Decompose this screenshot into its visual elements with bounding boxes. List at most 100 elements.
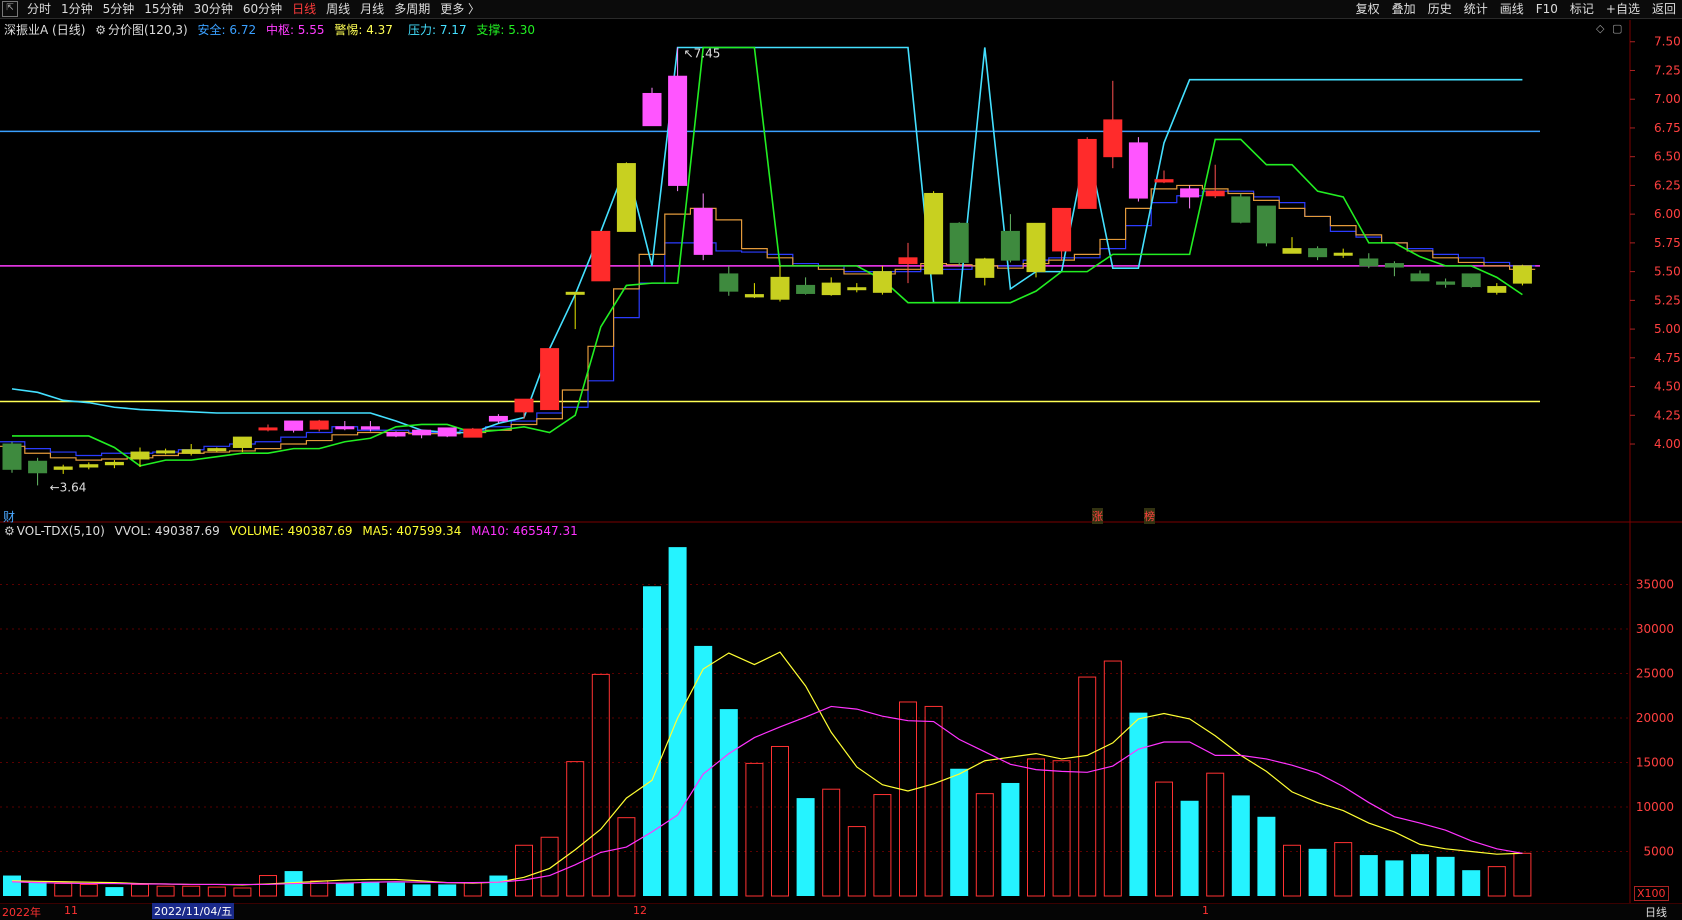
time-axis	[0, 903, 1682, 920]
candle-body	[1436, 281, 1456, 285]
volume-unit: X100	[1634, 886, 1669, 901]
volume-bar	[668, 547, 687, 896]
volume-tick-label: 20000	[1636, 711, 1674, 725]
candle-body	[79, 464, 99, 468]
price-tick-label: 7.50	[1654, 35, 1681, 49]
month-11-label: 11	[64, 904, 78, 917]
candle-body	[744, 294, 764, 298]
candle-body	[514, 398, 534, 413]
candle-body	[207, 448, 227, 452]
candle-body	[1128, 142, 1148, 199]
candle-body	[1256, 205, 1276, 244]
finance-marker[interactable]: 财	[3, 508, 15, 525]
candle-body	[2, 443, 22, 470]
price-tick-label: 7.25	[1654, 63, 1681, 77]
tab-period-4[interactable]: 30分钟	[189, 0, 238, 18]
toolbar-button-0[interactable]: 复权	[1350, 0, 1386, 18]
toolbar-button-4[interactable]: 画线	[1494, 0, 1530, 18]
period-tabs: 分时 1分钟 5分钟 15分钟 30分钟 60分钟 日线 周线 月线 多周期 更多 〉	[22, 0, 485, 18]
price-tick-label: 6.50	[1654, 150, 1681, 164]
settings-icon[interactable]: ⚙	[4, 524, 15, 538]
toolbar-button-7[interactable]: +自选	[1600, 0, 1646, 18]
rise-marker[interactable]: 涨	[1092, 508, 1103, 524]
candle-body	[924, 192, 944, 275]
back-arrow-icon[interactable]: ⇱	[2, 1, 18, 17]
candle-body	[668, 75, 688, 186]
low-price-marker: ←3.64	[50, 480, 87, 494]
volume-bar	[1180, 800, 1199, 896]
stock-chart[interactable]: 7.50 7.25 7.00 6.75 6.50 6.25 6.00 5.75 5.50 5.25…	[0, 20, 1682, 919]
candle-body	[335, 426, 355, 430]
candle-body	[847, 287, 867, 291]
candle-body	[1000, 230, 1020, 261]
candle-body	[360, 426, 380, 430]
toolbar-button-1[interactable]: 叠加	[1386, 0, 1422, 18]
candle-body	[821, 282, 841, 296]
volume-legend: ⚙ VOL-TDX(5,10) VVOL: 490387.69 VOLUME: 4…	[4, 524, 584, 538]
panel-icon[interactable]: ▢	[1612, 22, 1622, 35]
volume-value: VOLUME: 490387.69	[229, 524, 353, 538]
candle-body	[1231, 196, 1251, 223]
settings-icon[interactable]: ⚙	[95, 23, 106, 37]
tab-period-8[interactable]: 月线	[355, 0, 389, 18]
candle-body	[1077, 138, 1097, 209]
price-tick-label: 6.00	[1654, 207, 1681, 221]
candle-body	[156, 450, 176, 454]
candle-body	[258, 427, 278, 431]
candle-body	[284, 420, 304, 431]
toolbar-button-3[interactable]: 统计	[1458, 0, 1494, 18]
ma10-value: MA10: 465547.31	[471, 524, 578, 538]
cursor-date: 2022/11/04/五	[152, 903, 235, 919]
candle-body	[1052, 207, 1072, 252]
candle-body	[104, 461, 124, 466]
toolbar-button-2[interactable]: 历史	[1422, 0, 1458, 18]
volume-bar	[1411, 854, 1429, 896]
toolbar-button-8[interactable]: 返回	[1646, 0, 1682, 18]
candle-body	[1487, 286, 1507, 293]
tab-period-10[interactable]: 更多 〉	[435, 0, 485, 18]
volume-bar	[412, 884, 431, 896]
volume-bar	[387, 882, 405, 896]
toolbar-button-5[interactable]: F10	[1530, 0, 1564, 18]
toolbar-button-6[interactable]: 标记	[1564, 0, 1600, 18]
mid-level: 中枢: 5.55	[265, 23, 325, 37]
tab-period-2[interactable]: 5分钟	[98, 0, 140, 18]
candle-body	[1180, 188, 1200, 198]
price-tick-label: 4.50	[1654, 380, 1681, 394]
candle-body	[898, 257, 918, 265]
candle-body	[1359, 258, 1379, 267]
period-label[interactable]: 日线	[1645, 904, 1667, 920]
price-tick-label: 5.00	[1654, 322, 1681, 336]
candle-body	[488, 415, 508, 422]
volume-tick-label: 30000	[1636, 622, 1674, 636]
volume-bar	[105, 887, 124, 896]
candle-body	[1384, 263, 1404, 268]
volume-bar	[438, 884, 457, 896]
candle-body	[1026, 222, 1046, 273]
top-toolbar: ⇱ 分时 1分钟 5分钟 15分钟 30分钟 60分钟 日线 周线 月线 多周期 更多 〉 复权 叠加…	[0, 0, 1682, 19]
volume-bar	[1308, 848, 1327, 896]
vol-indicator-name: VOL-TDX(5,10)	[16, 524, 105, 538]
diamond-icon[interactable]: ◇	[1596, 22, 1604, 35]
volume-bar	[719, 709, 738, 896]
vvol-value: VVOL: 490387.69	[114, 524, 220, 538]
price-tick-label: 6.25	[1654, 178, 1681, 192]
tab-period-9[interactable]: 多周期	[389, 0, 435, 18]
volume-bar	[1436, 856, 1455, 896]
tab-period-7[interactable]: 周线	[321, 0, 355, 18]
candle-body	[181, 449, 201, 454]
tab-period-1[interactable]: 1分钟	[56, 0, 98, 18]
tab-period-3[interactable]: 15分钟	[139, 0, 188, 18]
candle-body	[1282, 248, 1302, 254]
tab-period-5[interactable]: 60分钟	[238, 0, 287, 18]
price-tick-label: 5.50	[1654, 265, 1681, 279]
tab-period-6[interactable]: 日线	[287, 0, 321, 18]
month-1-label: 1	[1202, 904, 1209, 917]
candle-body	[1103, 119, 1123, 158]
month-12-label: 12	[633, 904, 647, 917]
support-level: 支撑: 5.30	[476, 23, 535, 37]
volume-bar	[796, 798, 815, 896]
rank-marker[interactable]: 榜	[1144, 508, 1155, 524]
volume-bar	[3, 875, 21, 896]
tab-period-0[interactable]: 分时	[22, 0, 56, 18]
